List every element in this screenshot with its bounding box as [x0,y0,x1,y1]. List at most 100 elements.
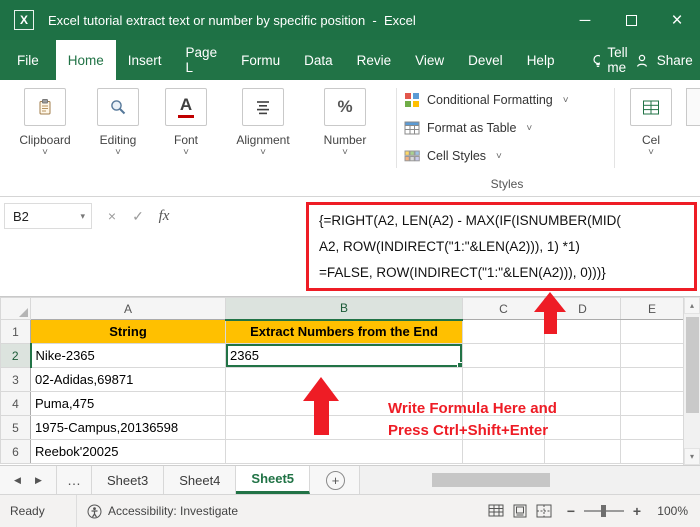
zoom-out-button[interactable]: − [564,503,578,519]
col-header-b[interactable]: B [225,297,463,321]
tab-file[interactable]: File [0,40,56,80]
row-header-4[interactable]: 4 [0,391,31,416]
tab-review[interactable]: Revie [345,40,404,80]
cell-D2[interactable] [544,343,621,368]
cell-styles-button[interactable]: Cell Styles ˅ [404,142,610,170]
sheet-tab-overflow[interactable]: … [56,466,92,494]
col-header-c[interactable]: C [462,297,545,320]
number-dropdown-icon[interactable]: ˅ [342,148,348,158]
sheet-nav-right-icon[interactable]: ▶ [35,475,42,486]
cell-C3[interactable] [462,367,545,392]
cell-E1[interactable] [620,319,684,344]
page-layout-view-button[interactable] [510,501,530,521]
person-icon [636,54,647,67]
zoom-slider-thumb[interactable] [601,505,606,517]
enter-button[interactable]: ✓ [126,203,150,229]
col-header-e[interactable]: E [620,297,684,320]
zoom-level[interactable]: 100% [652,504,688,518]
col-header-a[interactable]: A [30,297,226,320]
cell-D3[interactable] [544,367,621,392]
horizontal-scrollbar-thumb[interactable] [432,473,551,487]
cell-E4[interactable] [620,391,684,416]
insert-function-button[interactable]: fx [152,203,176,229]
close-icon: × [671,9,683,31]
cell-C6[interactable] [462,439,545,464]
cell-B6[interactable] [225,439,463,464]
fill-handle[interactable] [457,362,462,367]
page-break-view-button[interactable] [534,501,554,521]
maximize-button[interactable] [608,0,654,40]
vertical-scrollbar[interactable]: ▴ ▾ [683,297,700,465]
sheet-nav-left-icon[interactable]: ◀ [14,475,21,486]
name-box[interactable]: B2 ▾ [4,203,92,229]
formula-line: {=RIGHT(A2, LEN(A2) - MAX(IF(ISNUMBER(MI… [319,213,621,228]
cell-A2[interactable]: Nike-2365 [30,343,226,368]
tell-me-button[interactable]: Tell me [590,40,633,80]
row-header-1[interactable]: 1 [0,319,31,344]
cell-A3[interactable]: 02-Adidas,69871 [30,367,226,392]
font-dropdown-icon[interactable]: ˅ [183,148,189,158]
editing-dropdown-icon[interactable]: ˅ [115,148,121,158]
cell-A4[interactable]: Puma,475 [30,391,226,416]
cell-B3[interactable] [225,367,463,392]
close-button[interactable]: × [654,0,700,40]
share-button[interactable]: Share [634,40,700,80]
format-as-table-chevron-icon: ˅ [526,122,533,134]
row-header-5[interactable]: 5 [0,415,31,440]
cell-E2[interactable] [620,343,684,368]
tab-home[interactable]: Home [55,40,116,80]
sheet-tab-sheet5-active[interactable]: Sheet5 [236,466,311,494]
scroll-up-icon[interactable]: ▴ [684,297,700,314]
row-header-2[interactable]: 2 [0,343,32,368]
cell-E6[interactable] [620,439,684,464]
cell-A1[interactable]: String [30,319,226,344]
clipboard-dropdown-icon[interactable]: ˅ [42,148,48,158]
clipboard-button[interactable] [24,88,66,126]
tab-data[interactable]: Data [292,40,345,80]
vertical-scrollbar-thumb[interactable] [686,317,699,413]
tab-page-layout[interactable]: Page L [174,40,230,80]
sheet-tab-sheet3[interactable]: Sheet3 [92,466,165,494]
tab-view[interactable]: View [403,40,456,80]
alignment-dropdown-icon[interactable]: ˅ [260,148,266,158]
zoom-slider[interactable] [584,505,624,517]
alignment-button[interactable] [242,88,284,126]
tab-formulas[interactable]: Formu [229,40,292,80]
format-as-table-button[interactable]: Format as Table ˅ [404,114,610,142]
row-header-3[interactable]: 3 [0,367,31,392]
alignment-group: Alignment ˅ [228,88,298,158]
zoom-in-button[interactable]: + [630,503,644,519]
cells-dropdown-icon[interactable]: ˅ [648,148,654,158]
cells-button[interactable] [630,88,672,126]
new-sheet-button[interactable]: + [326,470,346,490]
cell-E3[interactable] [620,367,684,392]
conditional-formatting-button[interactable]: Conditional Formatting ˅ [404,86,610,114]
row-header-6[interactable]: 6 [0,439,31,464]
scroll-down-icon[interactable]: ▾ [684,448,700,465]
select-all-corner[interactable] [0,297,31,320]
cell-E5[interactable] [620,415,684,440]
cell-C1[interactable] [462,319,545,344]
cell-D6[interactable] [544,439,621,464]
horizontal-scrollbar[interactable] [359,466,700,494]
number-button[interactable]: % [324,88,366,126]
ribbon-overflow-button[interactable] [686,88,700,126]
cancel-button[interactable]: × [100,203,124,229]
accessibility-button[interactable]: Accessibility: Investigate [87,504,238,519]
tab-insert[interactable]: Insert [116,40,174,80]
cell-C2[interactable] [462,343,545,368]
tab-developer[interactable]: Devel [456,40,515,80]
sheet-nav: ◀ ▶ [0,466,56,494]
font-button[interactable]: A [165,88,207,126]
cell-A6[interactable]: Reebok'20025 [30,439,226,464]
formula-input[interactable]: {=RIGHT(A2, LEN(A2) - MAX(IF(ISNUMBER(MI… [306,202,697,291]
sheet-tab-sheet4[interactable]: Sheet4 [164,466,237,494]
cell-B2-selected[interactable]: 2365 [225,343,463,368]
normal-view-button[interactable] [486,501,506,521]
name-box-value: B2 [13,208,29,224]
minimize-button[interactable]: ─ [562,0,608,40]
tab-help[interactable]: Help [515,40,567,80]
cell-B1[interactable]: Extract Numbers from the End [225,319,463,344]
editing-button[interactable] [97,88,139,126]
cell-A5[interactable]: 1975-Campus,20136598 [30,415,226,440]
